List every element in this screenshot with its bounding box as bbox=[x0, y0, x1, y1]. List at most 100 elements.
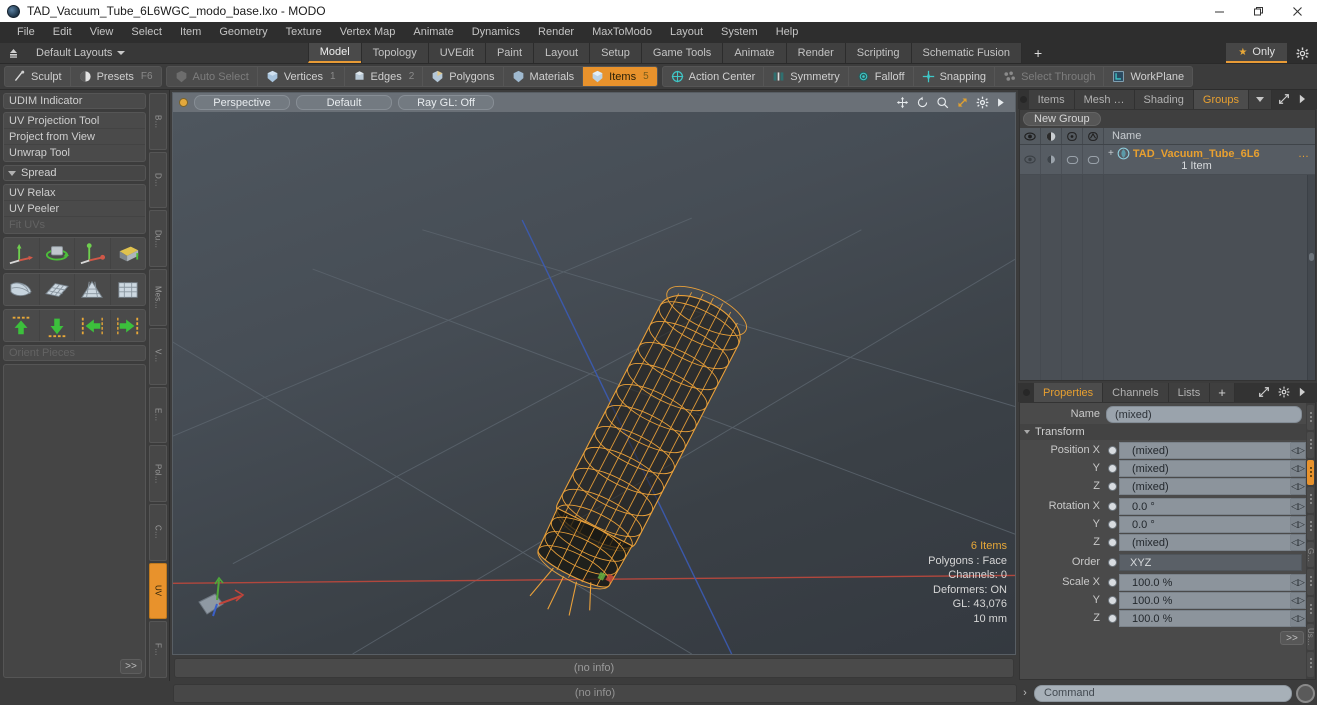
menu-texture[interactable]: Texture bbox=[277, 22, 331, 43]
layout-settings-gear-icon[interactable] bbox=[1287, 43, 1317, 63]
render-column-header-icon[interactable] bbox=[1041, 128, 1062, 144]
project-from-view-button[interactable]: Project from View bbox=[4, 129, 145, 145]
order-select[interactable]: XYZ bbox=[1119, 554, 1302, 571]
scale-z-value[interactable]: 100.0 % bbox=[1119, 610, 1291, 627]
viewport-raygl-dropdown[interactable]: Ray GL: Off bbox=[398, 95, 494, 110]
props-side-tab-user[interactable]: Us… bbox=[1306, 624, 1315, 650]
close-button[interactable] bbox=[1278, 0, 1317, 22]
tab-mesh[interactable]: Mesh … bbox=[1074, 90, 1135, 109]
menu-file[interactable]: File bbox=[8, 22, 44, 43]
row-visibility-toggle[interactable] bbox=[1020, 145, 1041, 174]
table-row[interactable]: + TAD_Vacuum_Tube_6L6 … 1 Item bbox=[1020, 145, 1315, 175]
action-center-button[interactable]: Action Center bbox=[663, 67, 765, 86]
vtab-mesh-edit[interactable]: Mes… bbox=[149, 269, 167, 326]
align-right-icon[interactable] bbox=[111, 310, 146, 341]
move-tool-icon[interactable] bbox=[4, 238, 40, 269]
layout-home-icon[interactable] bbox=[0, 43, 26, 63]
menu-render[interactable]: Render bbox=[529, 22, 583, 43]
tab-lists[interactable]: Lists bbox=[1168, 383, 1211, 402]
select-through-button[interactable]: Select Through bbox=[995, 67, 1105, 86]
viewport-menu-dot-icon[interactable] bbox=[179, 98, 188, 107]
align-down-icon[interactable] bbox=[40, 310, 75, 341]
tab-animate[interactable]: Animate bbox=[722, 43, 786, 63]
orient-pieces-button[interactable]: Orient Pieces bbox=[3, 345, 146, 361]
transform-section-header[interactable]: Transform bbox=[1020, 424, 1306, 440]
tab-setup[interactable]: Setup bbox=[589, 43, 641, 63]
row-name-cell[interactable]: + TAD_Vacuum_Tube_6L6 … 1 Item bbox=[1104, 145, 1315, 174]
align-up-icon[interactable] bbox=[4, 310, 40, 341]
viewport-view-mode-dropdown[interactable]: Perspective bbox=[194, 95, 290, 110]
default-layouts-dropdown[interactable]: Default Layouts bbox=[26, 43, 135, 63]
props-side-tab-4[interactable] bbox=[1307, 487, 1314, 513]
symmetry-button[interactable]: Symmetry bbox=[764, 67, 849, 86]
props-side-tab-2[interactable] bbox=[1307, 432, 1314, 458]
scale-x-channel-toggle[interactable] bbox=[1106, 574, 1119, 591]
tab-uvedit[interactable]: UVEdit bbox=[427, 43, 485, 63]
sculpt-button[interactable]: Sculpt bbox=[5, 67, 71, 86]
panel-menu-arrow-icon[interactable] bbox=[1298, 93, 1311, 106]
position-z-stepper[interactable]: ◁▷ bbox=[1291, 478, 1306, 495]
rotation-y-stepper[interactable]: ◁▷ bbox=[1291, 516, 1306, 533]
tab-topology[interactable]: Topology bbox=[360, 43, 428, 63]
items-button[interactable]: Items 5 bbox=[583, 67, 657, 86]
menu-item[interactable]: Item bbox=[171, 22, 210, 43]
tab-items[interactable]: Items bbox=[1028, 90, 1075, 109]
groups-tree-body[interactable] bbox=[1020, 175, 1315, 380]
zoom-icon[interactable] bbox=[936, 96, 949, 109]
props-side-tab-1[interactable] bbox=[1307, 405, 1314, 431]
rotation-y-channel-toggle[interactable] bbox=[1106, 516, 1119, 533]
presets-button[interactable]: Presets F6 bbox=[71, 67, 161, 86]
row-overflow-ellipsis[interactable]: … bbox=[1298, 148, 1315, 160]
vtab-edge[interactable]: E… bbox=[149, 386, 167, 444]
props-side-tab-8[interactable] bbox=[1307, 596, 1314, 623]
left-panel-more-button[interactable]: >> bbox=[120, 659, 142, 674]
mesh-curve-icon[interactable] bbox=[4, 274, 40, 305]
menu-help[interactable]: Help bbox=[767, 22, 808, 43]
menu-system[interactable]: System bbox=[712, 22, 767, 43]
menu-vertex-map[interactable]: Vertex Map bbox=[331, 22, 405, 43]
tab-schematic-fusion[interactable]: Schematic Fusion bbox=[910, 43, 1021, 63]
pan-icon[interactable] bbox=[896, 96, 909, 109]
menu-select[interactable]: Select bbox=[122, 22, 171, 43]
align-left-icon[interactable] bbox=[75, 310, 111, 341]
command-input[interactable]: Command bbox=[1034, 684, 1292, 702]
position-x-value[interactable]: (mixed) bbox=[1119, 442, 1291, 459]
new-group-button[interactable]: New Group bbox=[1023, 112, 1101, 126]
record-macro-button[interactable] bbox=[1296, 683, 1315, 703]
edges-button[interactable]: Edges 2 bbox=[345, 67, 424, 86]
order-channel-toggle[interactable] bbox=[1106, 554, 1119, 571]
properties-more-button[interactable]: >> bbox=[1280, 631, 1304, 645]
viewport-settings-gear-icon[interactable] bbox=[976, 96, 989, 109]
falloff-button[interactable]: Falloff bbox=[849, 67, 914, 86]
tab-model[interactable]: Model bbox=[307, 43, 361, 63]
position-z-value[interactable]: (mixed) bbox=[1119, 478, 1291, 495]
props-side-tab-5[interactable] bbox=[1307, 514, 1314, 541]
name-field[interactable]: (mixed) bbox=[1106, 406, 1302, 423]
only-toggle[interactable]: ★ Only bbox=[1226, 43, 1288, 63]
mesh-warp-icon[interactable] bbox=[111, 274, 146, 305]
fit-icon[interactable] bbox=[956, 96, 969, 109]
vtab-vertex[interactable]: V… bbox=[149, 327, 167, 385]
vtab-curve[interactable]: C… bbox=[149, 503, 167, 561]
menu-dynamics[interactable]: Dynamics bbox=[463, 22, 529, 43]
vtab-duplicate[interactable]: Du… bbox=[149, 210, 167, 268]
position-x-channel-toggle[interactable] bbox=[1106, 442, 1119, 459]
vtab-uv[interactable]: UV bbox=[149, 562, 167, 620]
properties-menu-arrow-icon[interactable] bbox=[1298, 386, 1311, 399]
scale-z-stepper[interactable]: ◁▷ bbox=[1291, 610, 1306, 627]
unwrap-tool-button[interactable]: Unwrap Tool bbox=[4, 145, 145, 161]
scale-tool-icon[interactable] bbox=[75, 238, 111, 269]
udim-indicator-button[interactable]: UDIM Indicator bbox=[3, 93, 146, 109]
rotation-z-channel-toggle[interactable] bbox=[1106, 534, 1119, 551]
scale-y-channel-toggle[interactable] bbox=[1106, 592, 1119, 609]
groups-tree-scrollbar[interactable] bbox=[1307, 175, 1315, 380]
rotation-z-stepper[interactable]: ◁▷ bbox=[1291, 534, 1306, 551]
vtab-deform[interactable]: D… bbox=[149, 151, 167, 209]
auto-select-button[interactable]: Auto Select bbox=[167, 67, 258, 86]
menu-layout[interactable]: Layout bbox=[661, 22, 712, 43]
tab-scripting[interactable]: Scripting bbox=[844, 43, 911, 63]
lock-column-header-icon[interactable] bbox=[1062, 128, 1083, 144]
menu-animate[interactable]: Animate bbox=[404, 22, 462, 43]
position-y-stepper[interactable]: ◁▷ bbox=[1291, 460, 1306, 477]
command-chevron-icon[interactable]: › bbox=[1020, 687, 1030, 699]
